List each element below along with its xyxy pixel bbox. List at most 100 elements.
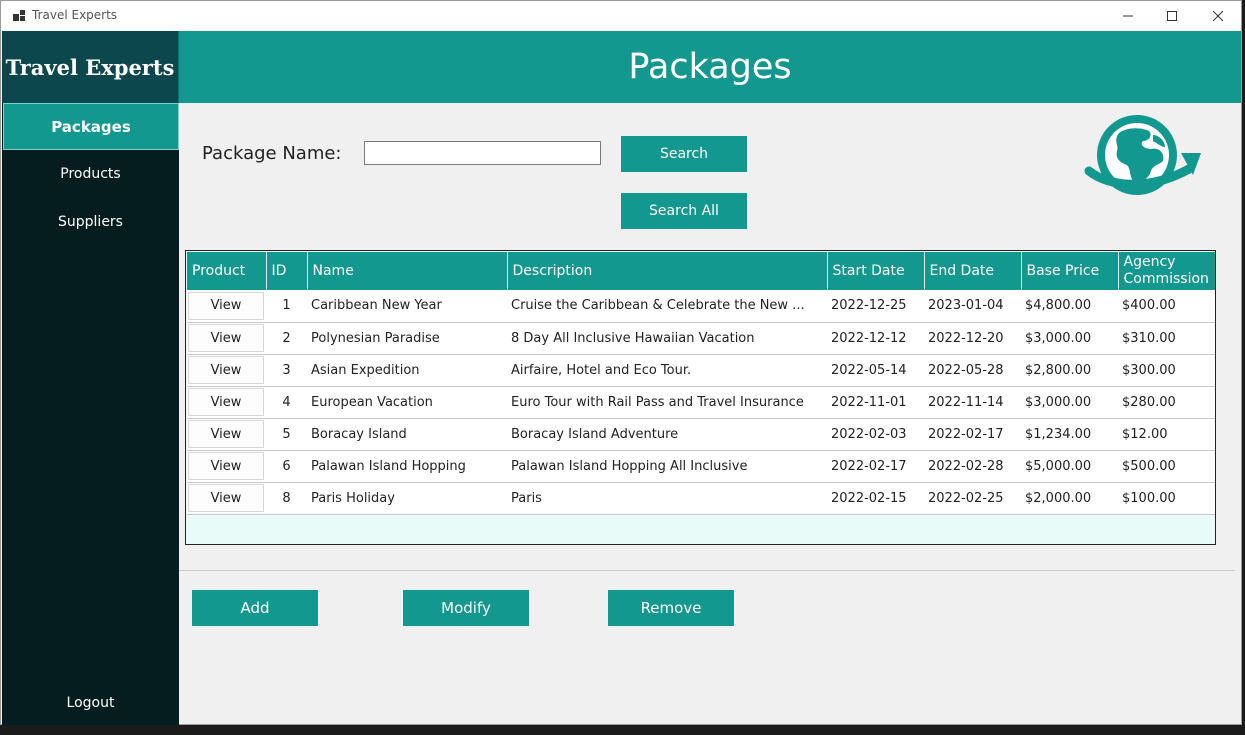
view-button[interactable]: View xyxy=(188,452,264,480)
agency-commission-cell: $280.00 xyxy=(1118,386,1215,419)
description-cell: Cruise the Caribbean & Celebrate the New… xyxy=(507,290,827,323)
agency-commission-cell: $12.00 xyxy=(1118,418,1215,451)
start-date-cell: 2022-02-15 xyxy=(827,482,924,515)
name-cell: Asian Expedition xyxy=(307,354,507,387)
column-header-end-date[interactable]: End Date xyxy=(924,252,1022,290)
start-date-cell: 2022-05-14 xyxy=(827,354,924,387)
table-header-row: Product ID Name Description Start Date E… xyxy=(187,252,1215,290)
app-window: Travel Experts Travel Experts Packages P… xyxy=(0,0,1242,725)
start-date-cell: 2022-12-12 xyxy=(827,322,924,355)
agency-commission-cell: $400.00 xyxy=(1118,290,1215,323)
sidebar-item-suppliers[interactable]: Suppliers xyxy=(2,207,179,237)
end-date-cell: 2022-12-20 xyxy=(924,322,1021,355)
table-row[interactable]: View 6 Palawan Island Hopping Palawan Is… xyxy=(187,450,1215,483)
id-cell: 3 xyxy=(266,354,307,387)
agency-commission-cell: $100.00 xyxy=(1118,482,1215,515)
column-header-description[interactable]: Description xyxy=(507,252,828,290)
column-header-agency-commission[interactable]: Agency Commission xyxy=(1118,252,1215,290)
product-cell: View xyxy=(187,322,266,355)
table-row[interactable]: View 4 European Vacation Euro Tour with … xyxy=(187,386,1215,419)
table-row[interactable]: View 8 Paris Holiday Paris 2022-02-15 20… xyxy=(187,482,1215,515)
start-date-cell: 2022-11-01 xyxy=(827,386,924,419)
sidebar: Travel Experts Packages Products Supplie… xyxy=(2,31,179,725)
table-row[interactable]: View 5 Boracay Island Boracay Island Adv… xyxy=(187,418,1215,451)
base-price-cell: $2,000.00 xyxy=(1021,482,1118,515)
description-cell: Euro Tour with Rail Pass and Travel Insu… xyxy=(507,386,827,419)
search-button[interactable]: Search xyxy=(621,136,747,172)
view-button[interactable]: View xyxy=(188,484,264,512)
end-date-cell: 2022-02-28 xyxy=(924,450,1021,483)
description-cell: Palawan Island Hopping All Inclusive xyxy=(507,450,827,483)
name-cell: Caribbean New Year xyxy=(307,290,507,323)
end-date-cell: 2022-05-28 xyxy=(924,354,1021,387)
table-row[interactable]: View 1 Caribbean New Year Cruise the Car… xyxy=(187,290,1215,323)
column-header-base-price[interactable]: Base Price xyxy=(1021,252,1119,290)
description-cell: Airfaire, Hotel and Eco Tour. xyxy=(507,354,827,387)
package-name-label: Package Name: xyxy=(202,143,342,164)
search-all-button[interactable]: Search All xyxy=(621,193,747,229)
base-price-cell: $5,000.00 xyxy=(1021,450,1118,483)
id-cell: 1 xyxy=(266,290,307,323)
description-cell: 8 Day All Inclusive Hawaiian Vacation xyxy=(507,322,827,355)
app-window-icon xyxy=(13,10,25,21)
agency-commission-cell: $300.00 xyxy=(1118,354,1215,387)
id-cell: 2 xyxy=(266,322,307,355)
name-cell: Paris Holiday xyxy=(307,482,507,515)
product-cell: View xyxy=(187,290,266,323)
view-button[interactable]: View xyxy=(188,388,264,416)
description-cell: Paris xyxy=(507,482,827,515)
packages-table: Product ID Name Description Start Date E… xyxy=(185,250,1216,545)
agency-commission-cell: $500.00 xyxy=(1118,450,1215,483)
close-button[interactable] xyxy=(1195,1,1241,31)
package-name-input[interactable] xyxy=(364,141,601,165)
minimize-icon xyxy=(1123,15,1133,17)
remove-button[interactable]: Remove xyxy=(608,590,734,626)
product-cell: View xyxy=(187,386,266,419)
column-header-start-date[interactable]: Start Date xyxy=(827,252,925,290)
column-header-name[interactable]: Name xyxy=(307,252,508,290)
name-cell: Polynesian Paradise xyxy=(307,322,507,355)
product-cell: View xyxy=(187,450,266,483)
table-row[interactable]: View 2 Polynesian Paradise 8 Day All Inc… xyxy=(187,322,1215,355)
end-date-cell: 2022-11-14 xyxy=(924,386,1021,419)
base-price-cell: $1,234.00 xyxy=(1021,418,1118,451)
maximize-button[interactable] xyxy=(1149,1,1195,31)
id-cell: 5 xyxy=(266,418,307,451)
start-date-cell: 2022-02-03 xyxy=(827,418,924,451)
view-button[interactable]: View xyxy=(188,420,264,448)
view-button[interactable]: View xyxy=(188,291,264,320)
id-cell: 8 xyxy=(266,482,307,515)
base-price-cell: $3,000.00 xyxy=(1021,386,1118,419)
agency-commission-cell: $310.00 xyxy=(1118,322,1215,355)
end-date-cell: 2023-01-04 xyxy=(924,290,1021,323)
title-bar: Travel Experts xyxy=(1,1,1241,31)
sidebar-item-products[interactable]: Products xyxy=(2,159,179,189)
end-date-cell: 2022-02-17 xyxy=(924,418,1021,451)
column-header-product[interactable]: Product xyxy=(187,252,267,290)
add-button[interactable]: Add xyxy=(192,590,318,626)
start-date-cell: 2022-02-17 xyxy=(827,450,924,483)
id-cell: 6 xyxy=(266,450,307,483)
divider xyxy=(179,570,1235,571)
view-button[interactable]: View xyxy=(188,356,264,384)
id-cell: 4 xyxy=(266,386,307,419)
name-cell: European Vacation xyxy=(307,386,507,419)
maximize-icon xyxy=(1167,11,1177,21)
product-cell: View xyxy=(187,418,266,451)
sidebar-item-packages[interactable]: Packages xyxy=(3,103,179,150)
window-title: Travel Experts xyxy=(32,8,118,22)
minimize-button[interactable] xyxy=(1105,1,1151,31)
name-cell: Palawan Island Hopping xyxy=(307,450,507,483)
end-date-cell: 2022-02-25 xyxy=(924,482,1021,515)
base-price-cell: $3,000.00 xyxy=(1021,322,1118,355)
name-cell: Boracay Island xyxy=(307,418,507,451)
product-cell: View xyxy=(187,482,266,515)
view-button[interactable]: View xyxy=(188,324,264,352)
globe-icon xyxy=(1084,115,1201,195)
modify-button[interactable]: Modify xyxy=(403,590,529,626)
table-row[interactable]: View 3 Asian Expedition Airfaire, Hotel … xyxy=(187,354,1215,387)
base-price-cell: $2,800.00 xyxy=(1021,354,1118,387)
logout-button[interactable]: Logout xyxy=(2,691,179,715)
column-header-id[interactable]: ID xyxy=(266,252,308,290)
close-icon xyxy=(1212,10,1224,22)
